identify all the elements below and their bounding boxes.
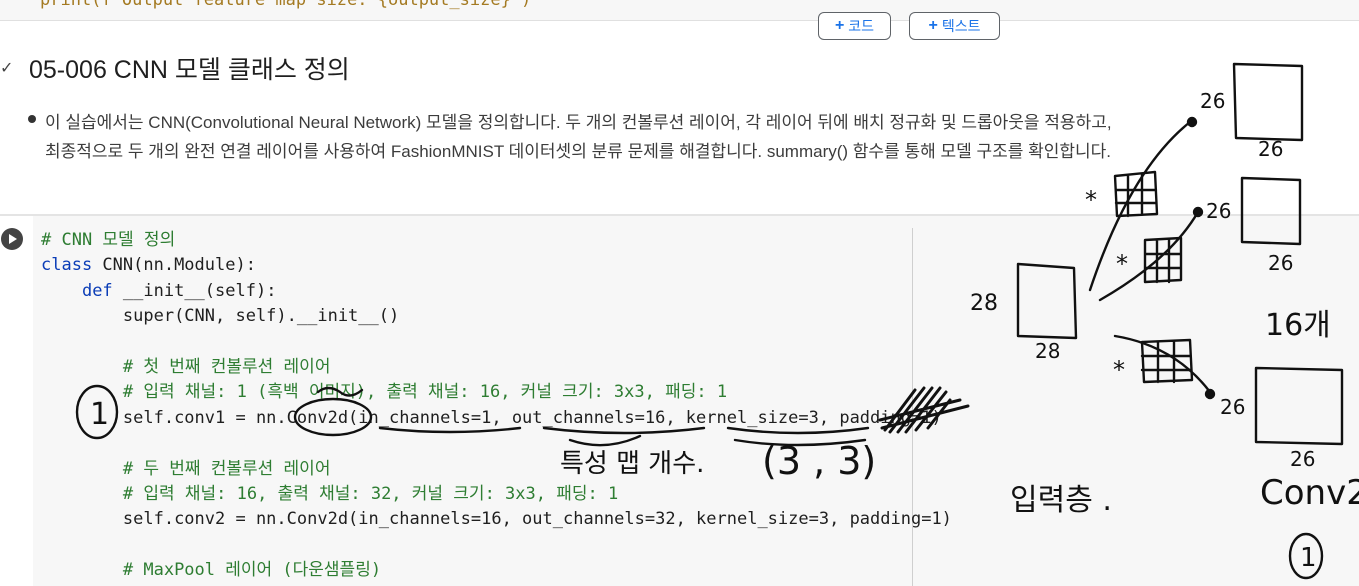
mult-sign-3: *	[1113, 356, 1125, 384]
output-map-1-bottom: 26	[1258, 137, 1283, 161]
handwritten-annotations: 1 특성 맵 개수. (3 , 3) 입력층 . 28 28 * * * 26 …	[75, 62, 1359, 580]
circle-one-text: 1	[90, 397, 109, 432]
feature-map-count-note: 특성 맵 개수.	[560, 449, 704, 479]
scribble-stroke	[316, 386, 364, 397]
underline-in-channels	[378, 426, 522, 434]
conv2d-circle	[293, 397, 373, 437]
mult-sign-1: *	[1085, 186, 1097, 214]
arrow-head-2	[1192, 206, 1204, 218]
underline-out-channels	[542, 426, 706, 435]
input-side-label: 28	[970, 291, 998, 316]
conv2d-handwritten-label: Conv2d	[1260, 473, 1359, 513]
input-map-box	[1016, 262, 1078, 340]
kernel-grid-1	[1113, 170, 1159, 218]
kernel-grid-2	[1143, 236, 1183, 284]
brace-out-channels	[568, 434, 642, 447]
output-map-1	[1232, 62, 1304, 142]
arrow-head-3	[1204, 388, 1216, 400]
arrow-line-1	[1088, 120, 1192, 292]
output-map-1-top: 26	[1200, 89, 1225, 113]
output-map-3-bottom: 26	[1290, 447, 1315, 471]
mult-sign-2: *	[1116, 250, 1128, 278]
output-map-2	[1240, 176, 1302, 246]
output-map-3-side: 26	[1220, 395, 1245, 419]
arrow-line-3	[1113, 334, 1212, 394]
output-map-3	[1254, 366, 1344, 446]
padding-scribble	[878, 386, 970, 434]
input-layer-note: 입력층 .	[1010, 483, 1112, 518]
output-map-2-top: 26	[1206, 199, 1231, 223]
circle-one-right-text: 1	[1300, 543, 1317, 573]
count-16-note: 16개	[1265, 308, 1331, 343]
arrow-head-1	[1186, 116, 1198, 128]
output-map-2-bottom: 26	[1268, 251, 1293, 275]
input-bottom-label: 28	[1035, 339, 1060, 363]
kernel-tuple-note: (3 , 3)	[762, 439, 876, 483]
underline-kernel-size	[726, 426, 870, 435]
